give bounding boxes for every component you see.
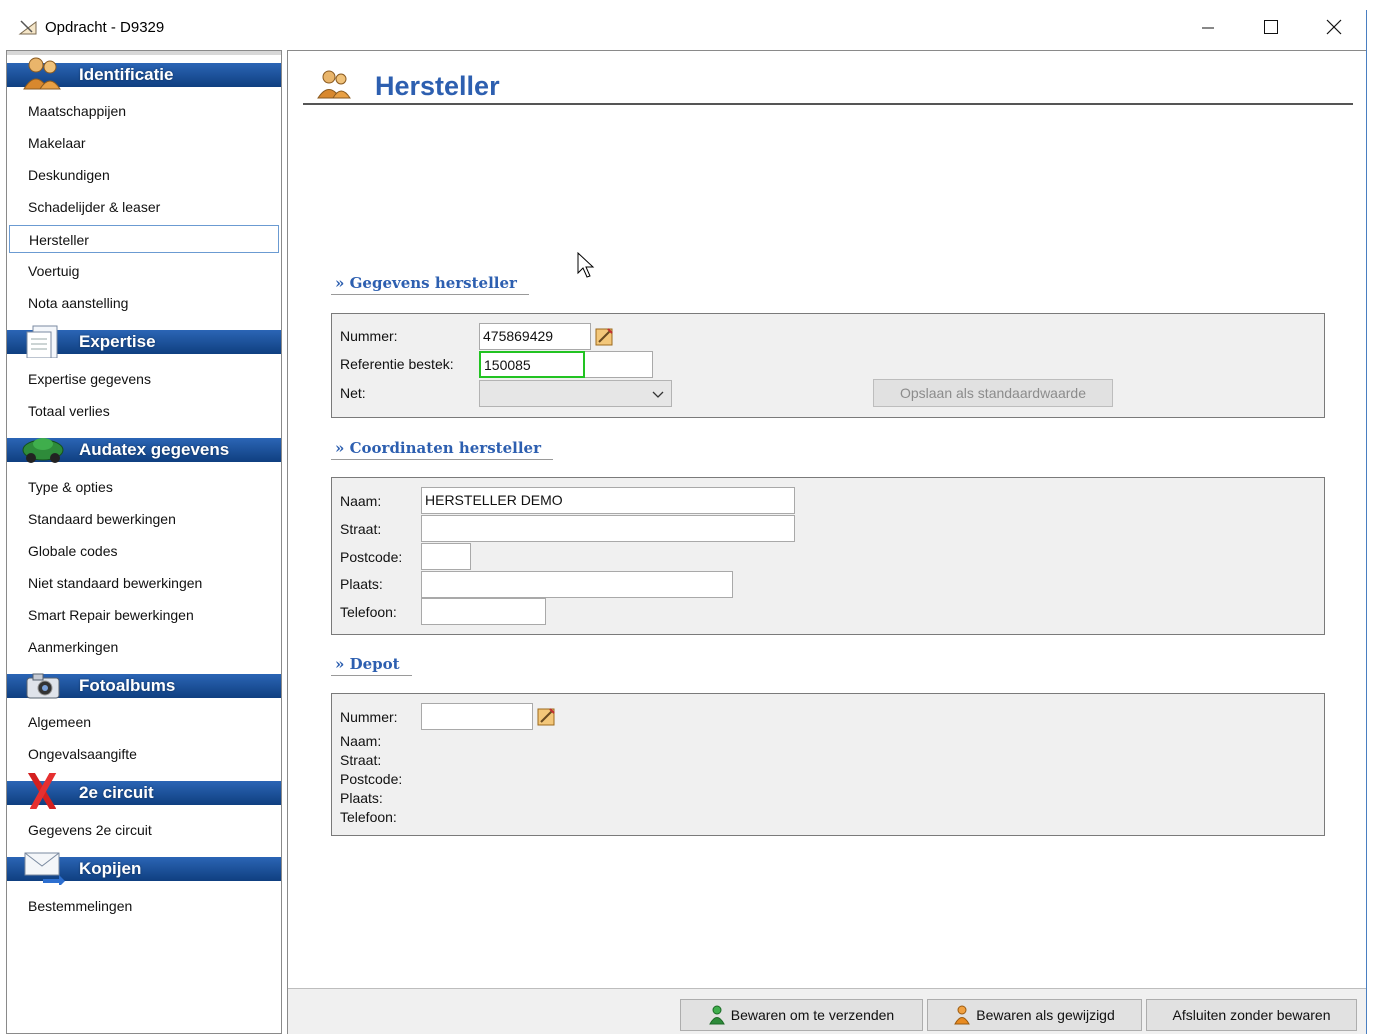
section-label: 2e circuit: [79, 783, 154, 802]
sidebar-item-algemeen[interactable]: Algemeen: [9, 708, 279, 736]
sidebar-item-ongevalsaangifte[interactable]: Ongevalsaangifte: [9, 740, 279, 768]
edit-icon[interactable]: [595, 326, 615, 346]
people-icon: [23, 57, 61, 90]
section-title-coordinaten: » Coordinaten hersteller: [331, 439, 553, 460]
bewaren-verzenden-button[interactable]: Bewaren om te verzenden: [680, 999, 923, 1031]
page-title: Hersteller: [375, 71, 500, 101]
sidebar-item-maatschappijen[interactable]: Maatschappijen: [9, 97, 279, 125]
plaats-field[interactable]: [421, 571, 733, 598]
bewaren-verzenden-label: Bewaren om te verzenden: [730, 1007, 895, 1023]
section-header-expertise[interactable]: Expertise: [7, 325, 281, 358]
bottom-toolbar: Bewaren om te verzenden Bewaren als gewi…: [288, 988, 1366, 1034]
section-title-gegevens: » Gegevens hersteller: [331, 274, 529, 295]
sidebar-item-globale-codes[interactable]: Globale codes: [9, 537, 279, 565]
sidebar-item-hersteller[interactable]: Hersteller: [9, 225, 279, 253]
section-header-audatex[interactable]: Audatex gegevens: [7, 438, 281, 463]
depot-naam-label: Naam:: [340, 733, 382, 749]
section-label: Kopijen: [79, 859, 142, 878]
section-label: Audatex gegevens: [79, 440, 230, 459]
sidebar-item-aanmerkingen[interactable]: Aanmerkingen: [9, 633, 279, 661]
document-icon: [26, 325, 58, 358]
afsluiten-zonder-bewaren-button[interactable]: Afsluiten zonder bewaren: [1146, 999, 1357, 1031]
section-header-kopijen[interactable]: Kopijen: [7, 852, 281, 885]
section-label: Expertise: [79, 332, 156, 351]
depot-telefoon-label: Telefoon:: [340, 809, 397, 825]
section-label: Fotoalbums: [79, 676, 176, 695]
camera-icon: [26, 673, 60, 699]
section-label: Identificatie: [79, 65, 174, 84]
postcode-field[interactable]: [421, 543, 471, 570]
nummer-field[interactable]: 475869429: [479, 323, 591, 350]
chevron-down-icon: [652, 391, 664, 398]
groupbox-coordinaten: Naam: HERSTELLER DEMO Straat: Postcode: …: [331, 477, 1325, 635]
maximize-button[interactable]: [1248, 10, 1294, 44]
depot-nummer-label: Nummer:: [340, 709, 398, 725]
section-header-identificatie[interactable]: Identificatie: [7, 57, 281, 90]
telefoon-label: Telefoon:: [340, 604, 397, 620]
envelope-icon: [24, 852, 65, 885]
window-title: Opdracht - D9329: [45, 19, 165, 36]
depot-nummer-field[interactable]: [421, 703, 533, 730]
mouse-cursor-icon: [577, 252, 595, 278]
person-green-icon: [708, 1005, 725, 1025]
sidebar-item-totaal-verlies[interactable]: Totaal verlies: [9, 397, 279, 425]
sidebar-item-type-opties[interactable]: Type & opties: [9, 473, 279, 501]
maximize-icon: [1264, 20, 1278, 34]
people-icon: [317, 70, 351, 99]
referentie-label: Referentie bestek:: [340, 356, 454, 372]
page-header: Hersteller: [303, 63, 1353, 105]
sidebar-item-voertuig[interactable]: Voertuig: [9, 257, 279, 285]
section-header-2e-circuit[interactable]: 2e circuit: [7, 773, 281, 809]
close-icon: [1326, 19, 1342, 35]
net-select[interactable]: [479, 380, 672, 407]
red-x-icon: [27, 773, 57, 809]
depot-plaats-label: Plaats:: [340, 790, 383, 806]
bewaren-gewijzigd-label: Bewaren als gewijzigd: [976, 1007, 1115, 1023]
opslaan-standaardwaarde-button[interactable]: Opslaan als standaardwaarde: [873, 379, 1113, 407]
postcode-label: Postcode:: [340, 549, 403, 565]
groupbox-gegevens: Nummer: 475869429 Referentie bestek: 150…: [331, 313, 1325, 418]
sidebar-item-niet-standaard[interactable]: Niet standaard bewerkingen: [9, 569, 279, 597]
section-header-fotoalbums[interactable]: Fotoalbums: [7, 673, 281, 699]
naam-field[interactable]: HERSTELLER DEMO: [421, 487, 795, 514]
sidebar-item-gegevens-2e-circuit[interactable]: Gegevens 2e circuit: [9, 816, 279, 844]
referentie-field[interactable]: 150085: [479, 351, 585, 378]
bewaren-gewijzigd-button[interactable]: Bewaren als gewijzigd: [927, 999, 1142, 1031]
main-panel: Hersteller » Gegevens hersteller Nummer:…: [287, 50, 1366, 1034]
person-orange-icon: [954, 1005, 971, 1025]
straat-label: Straat:: [340, 521, 382, 537]
naam-label: Naam:: [340, 493, 382, 509]
sidebar-item-expertise-gegevens[interactable]: Expertise gegevens: [9, 365, 279, 393]
telefoon-field[interactable]: [421, 598, 546, 625]
depot-postcode-label: Postcode:: [340, 771, 403, 787]
sidebar-item-schadelijder[interactable]: Schadelijder & leaser: [9, 193, 279, 221]
window-border: [1366, 10, 1367, 1034]
sidebar-item-bestemmelingen[interactable]: Bestemmelingen: [9, 892, 279, 920]
nummer-label: Nummer:: [340, 328, 398, 344]
close-button[interactable]: [1311, 10, 1357, 44]
minimize-icon: [1202, 27, 1214, 29]
depot-straat-label: Straat:: [340, 752, 382, 768]
net-label: Net:: [340, 385, 366, 401]
straat-field[interactable]: [421, 515, 795, 542]
title-bar: Opdracht - D9329: [0, 0, 1373, 50]
sidebar-item-makelaar[interactable]: Makelaar: [9, 129, 279, 157]
plaats-label: Plaats:: [340, 576, 383, 592]
groupbox-depot: Nummer: Naam: Straat: Postcode: Plaats: …: [331, 693, 1325, 836]
edit-icon[interactable]: [537, 706, 557, 726]
minimize-button[interactable]: [1185, 10, 1231, 44]
app-icon: [18, 20, 37, 35]
sidebar-item-deskundigen[interactable]: Deskundigen: [9, 161, 279, 189]
sidebar-item-smart-repair[interactable]: Smart Repair bewerkingen: [9, 601, 279, 629]
sidebar-item-standaard-bewerkingen[interactable]: Standaard bewerkingen: [9, 505, 279, 533]
section-title-depot: » Depot: [331, 655, 412, 676]
car-icon: [22, 438, 64, 463]
sidebar-item-nota-aanstelling[interactable]: Nota aanstelling: [9, 289, 279, 317]
navigation-sidebar: Identificatie Maatschappijen Makelaar De…: [6, 50, 282, 1034]
